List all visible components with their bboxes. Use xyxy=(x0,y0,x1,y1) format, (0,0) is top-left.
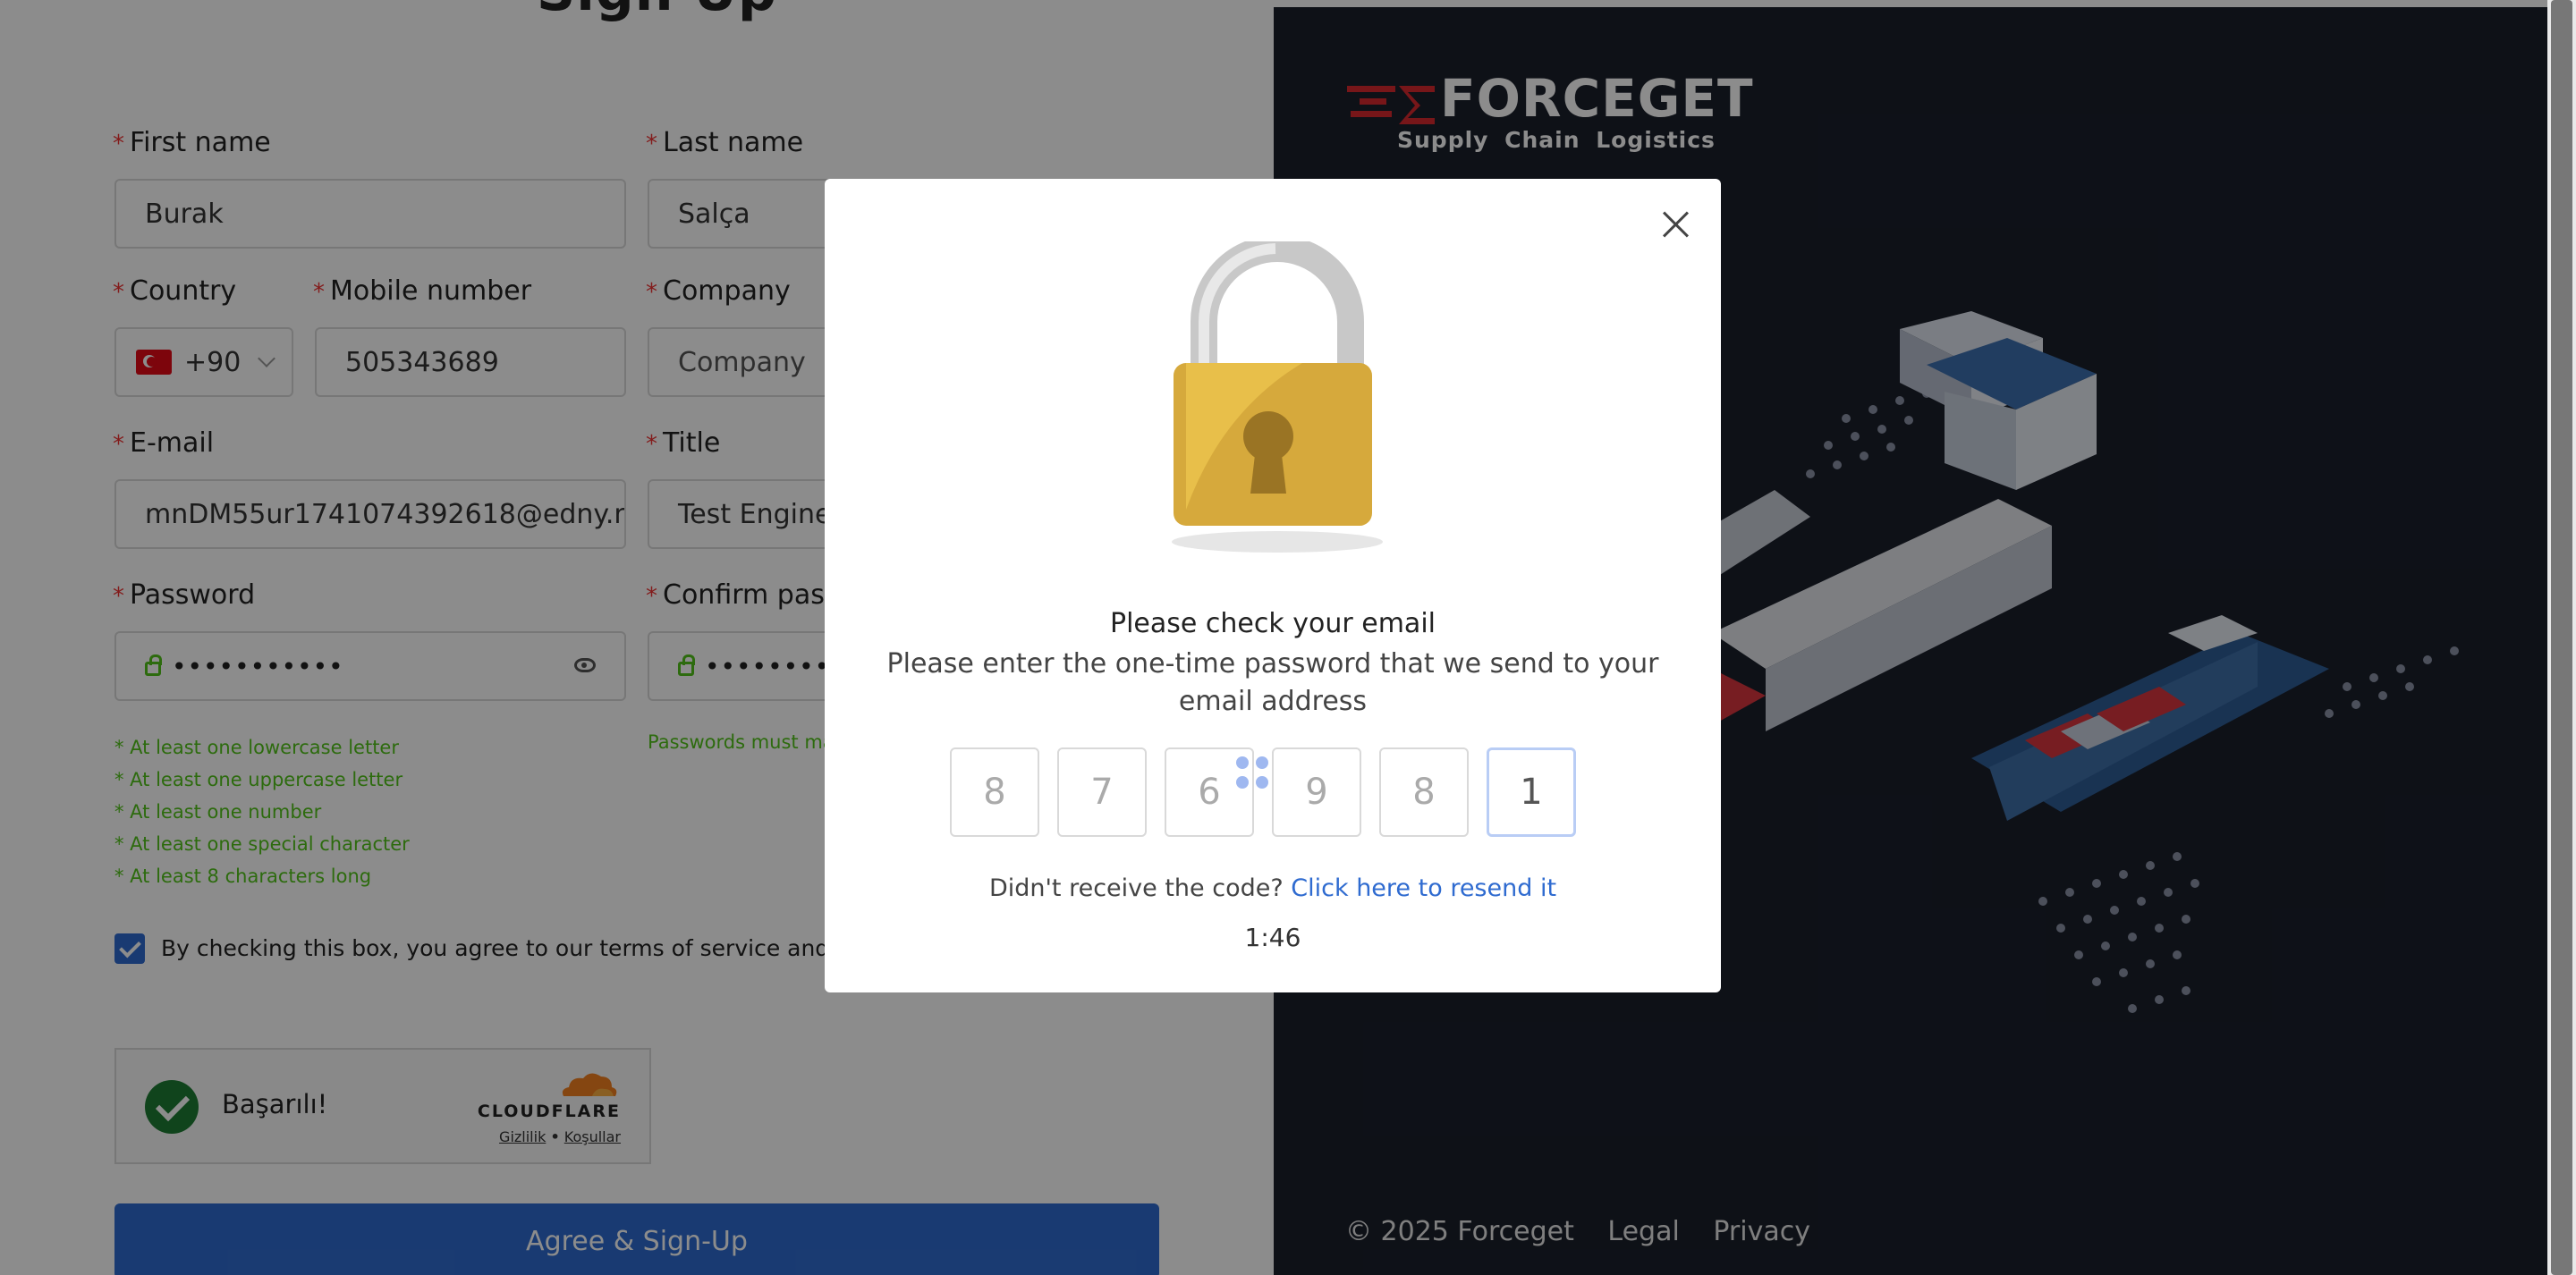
modal-title: Please check your email xyxy=(1110,608,1436,639)
padlock-icon xyxy=(1172,241,1383,553)
otp-modal: Please check your email Please enter the… xyxy=(825,179,1721,992)
otp-digit-input[interactable]: 8 xyxy=(950,747,1039,837)
otp-timer: 1:46 xyxy=(1244,923,1301,952)
resend-prefix: Didn't receive the code? xyxy=(988,874,1284,902)
otp-digit-input[interactable]: 8 xyxy=(1379,747,1469,837)
scrollbar-thumb[interactable] xyxy=(2551,0,2572,1275)
otp-digit-input[interactable]: 1 xyxy=(1487,747,1576,837)
loading-spinner-icon xyxy=(1236,756,1272,792)
otp-digit-input[interactable]: 9 xyxy=(1272,747,1361,837)
resend-link[interactable]: Click here to resend it xyxy=(1291,874,1556,902)
otp-digit-input[interactable]: 7 xyxy=(1057,747,1147,837)
close-icon[interactable] xyxy=(1662,211,1689,238)
modal-subtitle: Please enter the one-time password that … xyxy=(886,648,1659,717)
resend-row: Didn't receive the code? Click here to r… xyxy=(825,874,1721,902)
